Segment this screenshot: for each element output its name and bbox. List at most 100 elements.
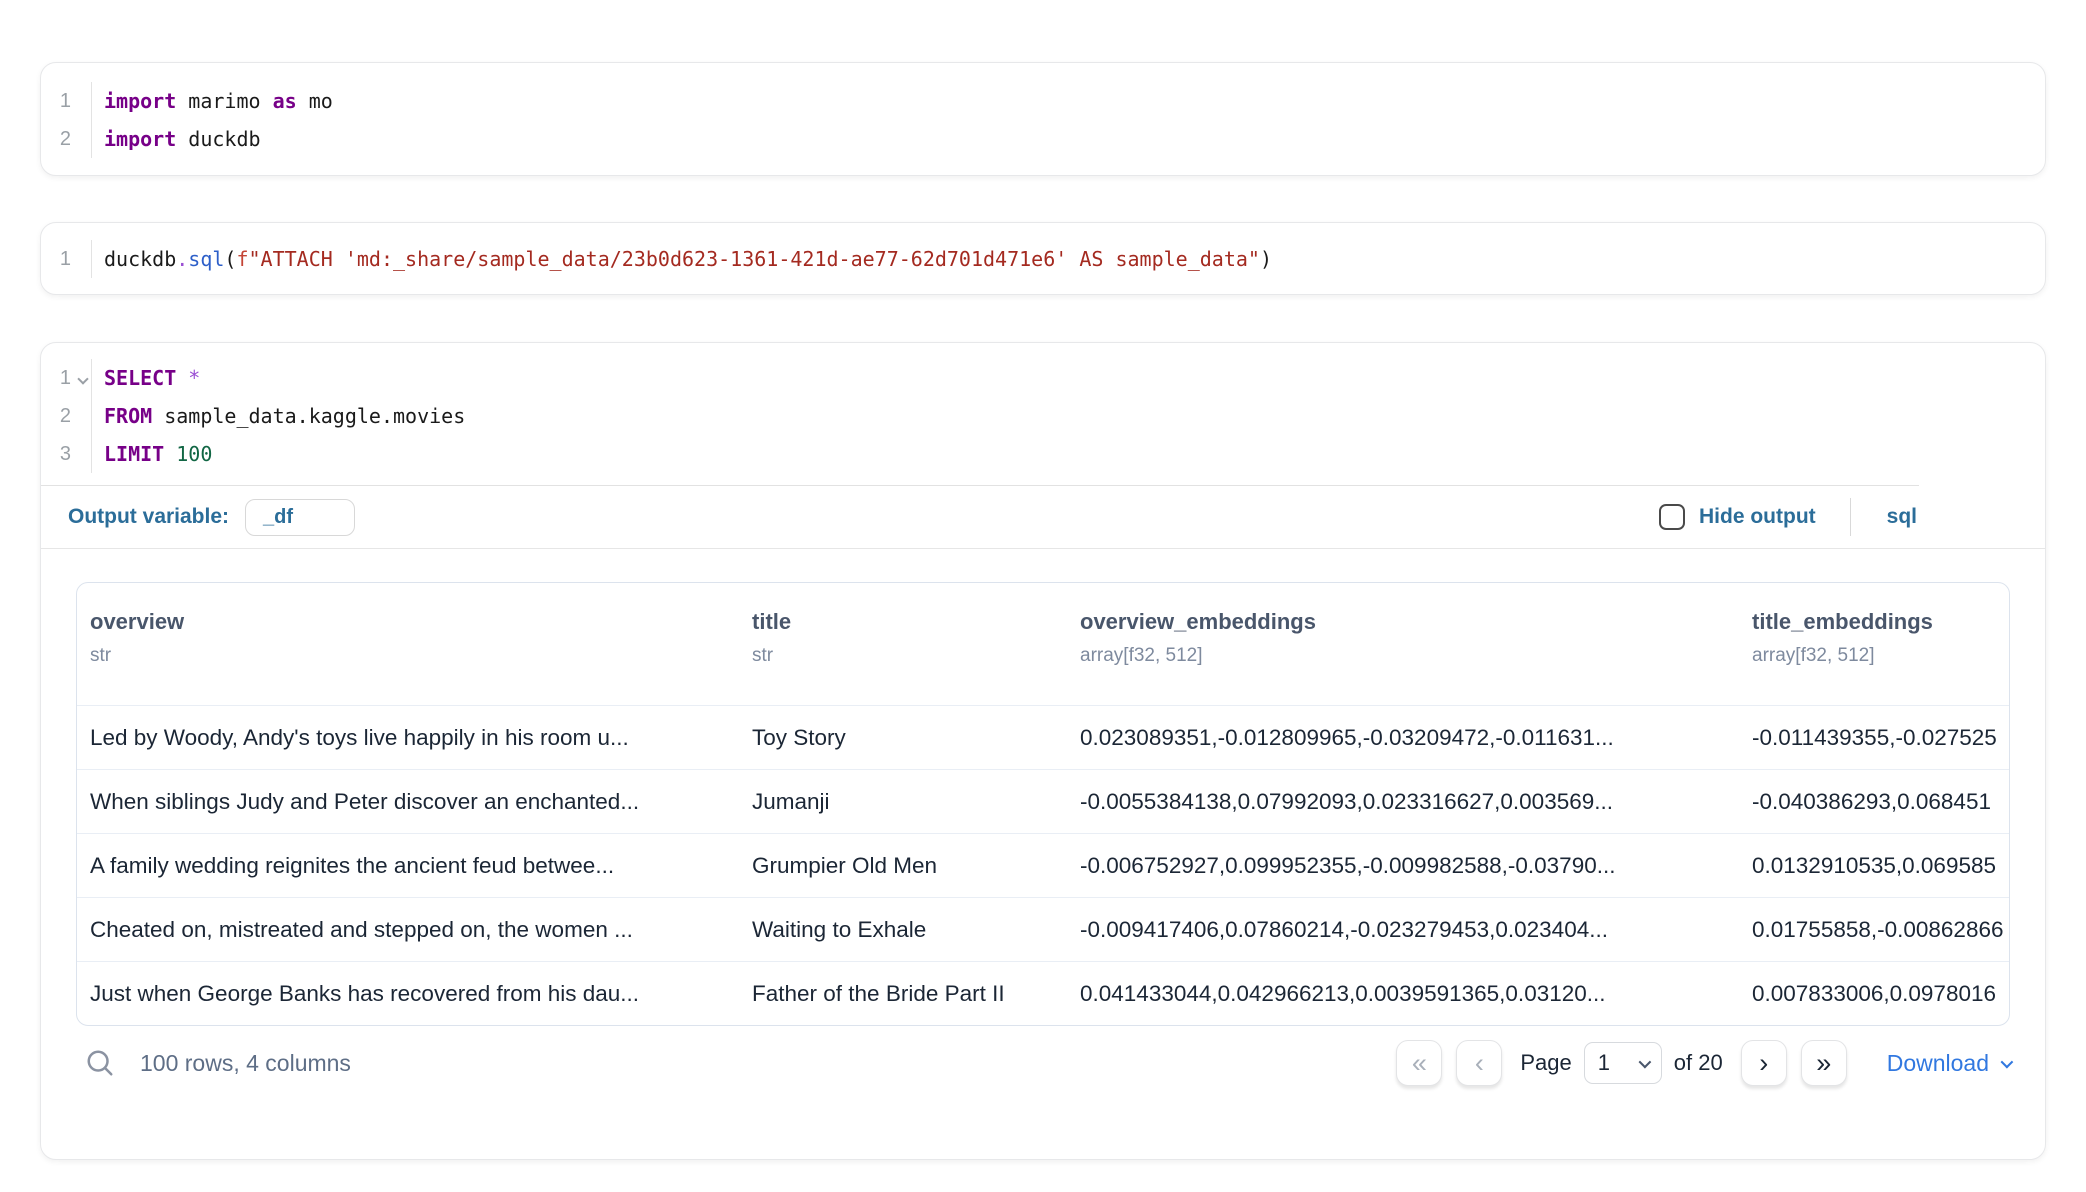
code-token: sql [188,247,224,271]
prev-page-button[interactable]: ‹ [1456,1040,1502,1086]
sql-cell-controls: Output variable: _df Hide output sql [41,486,2045,549]
line-number: 3 [41,435,92,473]
code-editor-attach[interactable]: 1duckdb.sql(f"ATTACH 'md:_share/sample_d… [41,223,2045,295]
column-name: overview [90,609,740,635]
code-token: LIMIT [104,442,164,466]
last-page-button[interactable]: » [1801,1040,1847,1086]
search-icon[interactable] [85,1048,115,1078]
code-cell-attach: 1duckdb.sql(f"ATTACH 'md:_share/sample_d… [40,222,2046,295]
hide-output-checkbox[interactable] [1659,504,1685,530]
table-cell: 0.041433044,0.042966213,0.0039591365,0.0… [1068,981,1740,1007]
download-label: Download [1887,1050,1989,1077]
table-cell: -0.040386293,0.068451 [1740,789,2009,815]
table-cell: Led by Woody, Andy's toys live happily i… [77,725,740,751]
code-token: FROM [104,404,152,428]
column-header-overview_embeddings[interactable]: overview_embeddingsarray[f32, 512] [1068,583,1740,705]
chevron-down-icon [1638,1055,1651,1068]
code-token: . [176,247,188,271]
page-label: Page [1520,1050,1571,1076]
table-row[interactable]: Led by Woody, Andy's toys live happily i… [77,705,2009,769]
hide-output-label[interactable]: Hide output [1699,505,1816,529]
download-button[interactable]: Download [1887,1050,2010,1077]
column-dtype: str [90,645,740,667]
table-row[interactable]: When siblings Judy and Peter discover an… [77,769,2009,833]
code-token: mo [297,89,333,113]
code-cell-imports: 1import marimo as mo2import duckdb [40,62,2046,176]
column-header-title_embeddings[interactable]: title_embeddingsarray[f32, 512] [1740,583,2009,705]
code-text: import duckdb [92,120,261,158]
table-cell: Father of the Bride Part II [740,981,1068,1007]
code-text: FROM sample_data.kaggle.movies [92,397,465,435]
table-cell: Jumanji [740,789,1068,815]
first-page-button[interactable]: « [1396,1040,1442,1086]
table-cell: -0.009417406,0.07860214,-0.023279453,0.0… [1068,917,1740,943]
code-token: as [273,89,297,113]
chevron-down-icon [2001,1055,2014,1068]
table-cell: -0.011439355,-0.027525 [1740,725,2009,751]
line-number: 1 [41,359,92,397]
table-body: Led by Woody, Andy's toys live happily i… [77,705,2009,1025]
table-row[interactable]: A family wedding reignites the ancient f… [77,833,2009,897]
code-token: ( [224,247,236,271]
table-cell: When siblings Judy and Peter discover an… [77,789,740,815]
code-line[interactable]: 1duckdb.sql(f"ATTACH 'md:_share/sample_d… [41,240,2045,278]
column-header-title[interactable]: title str [740,583,1068,705]
code-editor-sql[interactable]: 1SELECT *2FROM sample_data.kaggle.movies… [41,343,2045,485]
code-token: duckdb [104,247,176,271]
code-token: sample_data.kaggle.movies [152,404,465,428]
output-variable-input[interactable]: _df [245,499,355,536]
table-cell: Grumpier Old Men [740,853,1068,879]
code-line[interactable]: 3 LIMIT 100 [41,435,2045,473]
code-line[interactable]: 1 SELECT * [41,359,2045,397]
table-cell: 0.007833006,0.0978016 [1740,981,2009,1007]
line-number: 1 [41,82,92,120]
line-number: 2 [41,397,92,435]
column-name: title [752,609,1068,635]
chevron-down-icon[interactable] [77,373,88,384]
code-token: marimo [176,89,272,113]
table-cell: 0.023089351,-0.012809965,-0.03209472,-0.… [1068,725,1740,751]
code-token: import [104,127,176,151]
output-variable-label: Output variable: [68,505,229,529]
marimo-notebook: 1import marimo as mo2import duckdb 1duck… [0,0,2086,1192]
column-dtype: array[f32, 512] [1080,645,1740,667]
line-number: 1 [41,240,92,278]
code-token [176,366,188,390]
table-cell: -0.006752927,0.099952355,-0.009982588,-0… [1068,853,1740,879]
language-toggle-sql[interactable]: sql [1887,505,1917,529]
table-footer: 100 rows, 4 columns « ‹ Page 1 of 20 › »… [76,1040,2010,1086]
sql-cell: 1SELECT *2FROM sample_data.kaggle.movies… [40,342,2046,1160]
code-token: import [104,89,176,113]
code-text: duckdb.sql(f"ATTACH 'md:_share/sample_da… [92,240,1272,278]
table-cell: Cheated on, mistreated and stepped on, t… [77,917,740,943]
row-count-summary: 100 rows, 4 columns [140,1050,351,1077]
code-text: import marimo as mo [92,82,333,120]
code-line[interactable]: 2import duckdb [41,120,2045,158]
code-token [164,442,176,466]
table-row[interactable]: Just when George Banks has recovered fro… [77,961,2009,1025]
page-total-label: of 20 [1674,1050,1723,1076]
column-header-overview[interactable]: overview str [77,583,740,705]
table-cell: Toy Story [740,725,1068,751]
table-cell: A family wedding reignites the ancient f… [77,853,740,879]
table-cell: 0.0132910535,0.069585 [1740,853,2009,879]
code-token: ) [1260,247,1272,271]
code-line[interactable]: 1import marimo as mo [41,82,2045,120]
column-name: title_embeddings [1752,609,2009,635]
code-token: 100 [176,442,212,466]
page-select[interactable]: 1 [1584,1042,1662,1084]
code-token: duckdb [176,127,260,151]
table-header-row: overviewstrtitlestroverview_embeddingsar… [77,583,2009,705]
table-cell: Just when George Banks has recovered fro… [77,981,740,1007]
code-token: SELECT [104,366,176,390]
column-dtype: str [752,645,1068,667]
cell-output: overviewstrtitlestroverview_embeddingsar… [41,549,2045,1086]
code-editor-imports[interactable]: 1import marimo as mo2import duckdb [41,63,2045,177]
next-page-button[interactable]: › [1741,1040,1787,1086]
dataframe-table: overviewstrtitlestroverview_embeddingsar… [76,582,2010,1026]
controls-divider [1850,498,1851,536]
code-token: * [188,366,200,390]
table-row[interactable]: Cheated on, mistreated and stepped on, t… [77,897,2009,961]
page-select-value: 1 [1598,1050,1610,1076]
code-line[interactable]: 2FROM sample_data.kaggle.movies [41,397,2045,435]
